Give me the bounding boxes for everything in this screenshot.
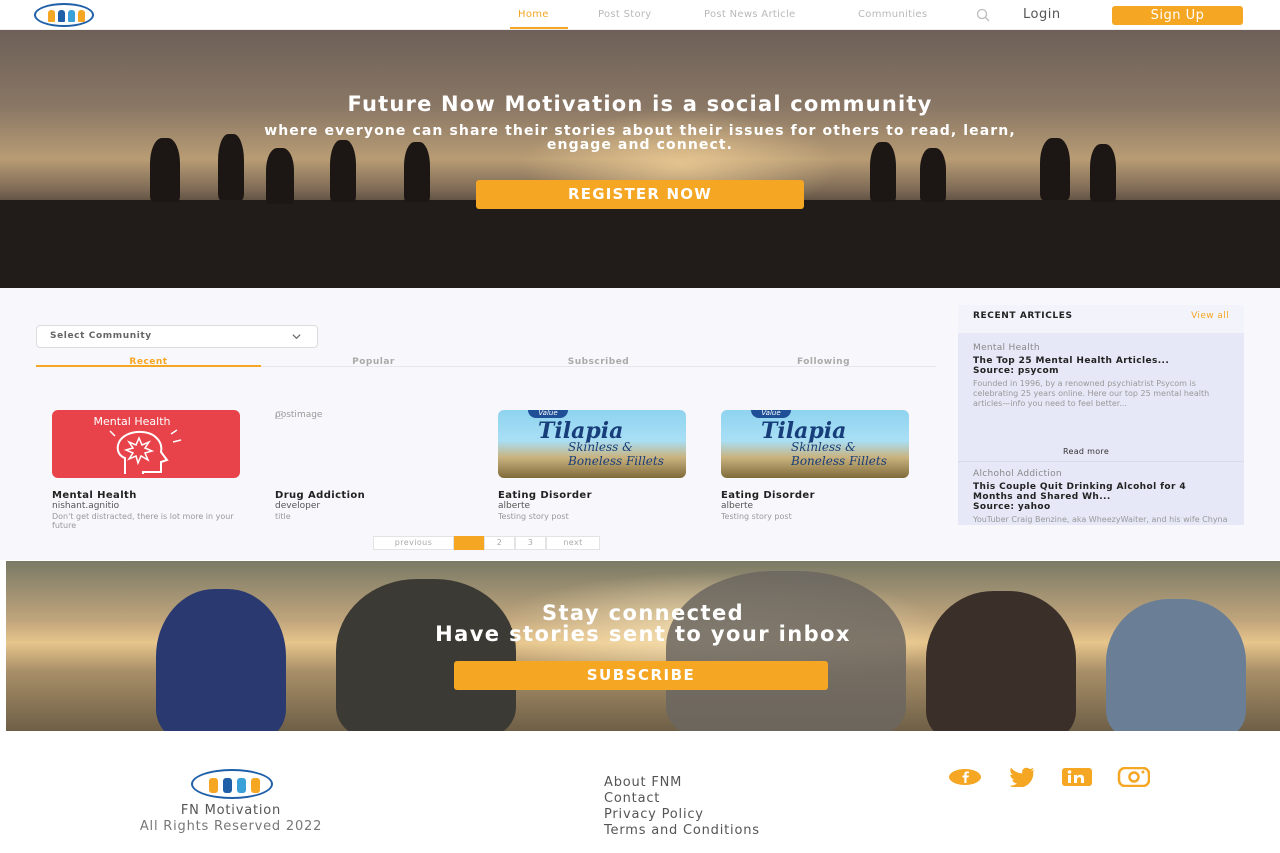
- story-card[interactable]: postimage Drug Addiction developer title: [275, 410, 465, 530]
- head-burst-icon: [109, 429, 182, 474]
- story-snippet: title: [275, 512, 291, 521]
- story-title: Drug Addiction: [275, 490, 366, 501]
- twitter-icon[interactable]: [1004, 767, 1038, 787]
- pagination-page-2[interactable]: 2: [484, 536, 515, 550]
- story-snippet: Testing story post: [498, 512, 569, 521]
- footer-copyright: All Rights Reserved 2022: [139, 819, 323, 834]
- login-link[interactable]: Login: [1023, 7, 1061, 22]
- search-icon[interactable]: [976, 8, 990, 22]
- story-title: Eating Disorder: [498, 490, 592, 501]
- story-image-sub: Skinless & Boneless Fillets: [568, 440, 664, 468]
- hero-subtitle-line1: where everyone can share their stories a…: [264, 123, 1016, 139]
- hero-subtitle: where everyone can share their stories a…: [80, 124, 1200, 152]
- subscribe-heading-line2: Have stories sent to your inbox: [435, 622, 851, 646]
- article-item[interactable]: Mental Health The Top 25 Mental Health A…: [973, 343, 1229, 409]
- story-author: alberte: [498, 501, 531, 511]
- story-image: Value Tilapia Skinless & Boneless Fillet…: [721, 410, 909, 478]
- story-title: Mental Health: [52, 490, 137, 501]
- article-category: Mental Health: [973, 343, 1040, 353]
- runner-figure: [666, 571, 906, 731]
- pagination-page-1[interactable]: 1: [454, 536, 484, 550]
- story-title: Eating Disorder: [721, 490, 815, 501]
- stories-section: Select Community Recent Popular Subscrib…: [0, 288, 1280, 560]
- recent-articles-panel: RECENT ARTICLES View all Mental Health T…: [958, 305, 1244, 525]
- story-image-broken: postimage: [275, 410, 463, 478]
- story-card[interactable]: Mental Health Mental Health nishant.agni…: [52, 410, 242, 530]
- footer-link-terms[interactable]: Terms and Conditions: [604, 823, 760, 838]
- nav-post-news-article[interactable]: Post News Article: [704, 9, 795, 20]
- recent-articles-title: RECENT ARTICLES: [973, 311, 1073, 321]
- story-image: Value Tilapia Skinless & Boneless Fillet…: [498, 410, 686, 478]
- article-title: The Top 25 Mental Health Articles...: [973, 356, 1170, 366]
- linkedin-icon[interactable]: [1060, 767, 1094, 787]
- hero-banner: Future Now Motivation is a social commun…: [0, 30, 1280, 288]
- recent-articles-header: RECENT ARTICLES View all: [958, 305, 1244, 333]
- instagram-icon[interactable]: [1116, 767, 1150, 787]
- story-author: nishant.agnitio: [52, 501, 120, 511]
- footer-link-privacy[interactable]: Privacy Policy: [604, 807, 704, 822]
- chevron-down-icon: [292, 334, 301, 340]
- article-description: Founded in 1996, by a renowned psychiatr…: [973, 379, 1210, 408]
- story-image: Mental Health: [52, 410, 240, 478]
- tab-following[interactable]: Following: [711, 357, 936, 367]
- story-author: alberte: [721, 501, 754, 511]
- story-image-tag: Value: [528, 410, 568, 418]
- story-image-sub: Skinless & Boneless Fillets: [791, 440, 887, 468]
- story-author: developer: [275, 501, 321, 511]
- pagination-previous[interactable]: previous: [373, 536, 454, 550]
- subscribe-button[interactable]: SUBSCRIBE: [454, 661, 828, 690]
- article-source: Source: yahoo: [973, 502, 1051, 512]
- article-item[interactable]: Alchohol Addiction This Couple Quit Drin…: [973, 469, 1229, 525]
- select-community-placeholder: Select Community: [50, 331, 152, 341]
- nav-home[interactable]: Home: [518, 9, 549, 20]
- story-image-tag: Value: [751, 410, 791, 418]
- story-snippet: Don't get distracted, there is lot more …: [52, 512, 234, 530]
- hero-title: Future Now Motivation is a social commun…: [347, 92, 933, 116]
- tab-active-underline: [36, 365, 261, 367]
- facebook-icon[interactable]: [948, 767, 982, 787]
- nav-post-story[interactable]: Post Story: [598, 9, 652, 20]
- article-title: This Couple Quit Drinking Alcohol for 4 …: [973, 482, 1187, 502]
- nav-communities[interactable]: Communities: [858, 9, 927, 20]
- story-snippet: Testing story post: [721, 512, 792, 521]
- top-nav: Home Post Story Post News Article Commun…: [0, 0, 1280, 30]
- story-image-label: Mental Health: [93, 415, 171, 428]
- hero-ground: [0, 200, 1280, 288]
- hero-silhouette: [266, 148, 294, 204]
- tab-subscribed[interactable]: Subscribed: [486, 357, 711, 367]
- footer-link-about[interactable]: About FNM: [604, 775, 682, 790]
- story-card[interactable]: Value Tilapia Skinless & Boneless Fillet…: [498, 410, 688, 530]
- article-description: YouTuber Craig Benzine, aka WheezyWaiter…: [973, 515, 1228, 524]
- broken-image-icon: [275, 411, 283, 419]
- pagination-page-3[interactable]: 3: [515, 536, 546, 550]
- fnm-logo[interactable]: [34, 3, 94, 27]
- story-card[interactable]: Value Tilapia Skinless & Boneless Fillet…: [721, 410, 911, 530]
- hero-silhouette: [1090, 144, 1116, 202]
- article-category: Alchohol Addiction: [973, 469, 1062, 479]
- signup-button[interactable]: Sign Up: [1112, 6, 1243, 25]
- footer: FN Motivation All Rights Reserved 2022 A…: [0, 731, 1280, 853]
- subscribe-banner: Stay connected Have stories sent to your…: [6, 561, 1280, 731]
- read-more-link[interactable]: Read more: [1063, 447, 1109, 456]
- select-community-dropdown[interactable]: Select Community: [36, 325, 318, 348]
- footer-brand-name: FN Motivation: [180, 803, 282, 818]
- nav-active-underline: [510, 27, 568, 29]
- hero-subtitle-line2: engage and connect.: [546, 137, 734, 153]
- article-divider: [958, 461, 1244, 462]
- hero-silhouette: [920, 148, 946, 202]
- article-source: Source: psycom: [973, 366, 1059, 376]
- footer-link-contact[interactable]: Contact: [604, 791, 660, 806]
- pagination-next[interactable]: next: [546, 536, 600, 550]
- view-all-link[interactable]: View all: [1191, 311, 1229, 321]
- tab-popular[interactable]: Popular: [261, 357, 486, 367]
- register-now-button[interactable]: REGISTER NOW: [476, 180, 804, 209]
- footer-logo[interactable]: [191, 769, 273, 799]
